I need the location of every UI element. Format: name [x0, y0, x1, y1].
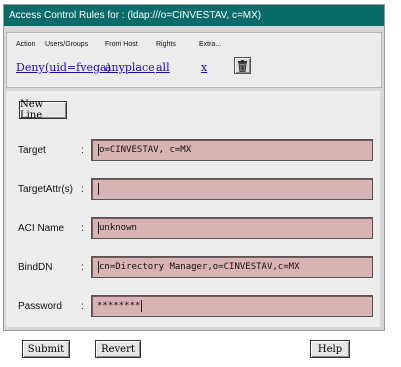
- rules-table: Action Users/Groups From Host Rights Ext…: [6, 32, 382, 88]
- targetattrs-field[interactable]: [91, 178, 373, 200]
- target-field[interactable]: o=CINVESTAV, c=MX: [91, 139, 373, 161]
- password-colon: :: [81, 301, 84, 312]
- targetattrs-label: TargetAttr(s): [18, 184, 74, 195]
- text-cursor: [141, 299, 143, 312]
- password-field[interactable]: ********: [91, 295, 373, 317]
- col-header-users: Users/Groups: [45, 41, 89, 48]
- rule-edit-form: New Line Target : o=CINVESTAV, c=MX Targ…: [6, 91, 380, 327]
- targetattrs-colon: :: [81, 184, 84, 195]
- delete-rule-button[interactable]: [234, 57, 251, 74]
- col-header-host: From Host: [105, 41, 138, 48]
- rule-extra-link[interactable]: x: [201, 61, 207, 74]
- new-line-button[interactable]: New Line: [19, 99, 67, 121]
- target-colon: :: [81, 145, 84, 156]
- aci-name-label: ACI Name: [18, 223, 65, 234]
- aci-editor-window: Access Control Rules for : (ldap:///o=CI…: [3, 4, 385, 331]
- col-header-extra: Extra...: [199, 41, 222, 48]
- rule-host-link[interactable]: anyplace: [105, 61, 155, 74]
- text-cursor: [98, 182, 99, 195]
- rule-action-link[interactable]: Deny: [16, 61, 45, 74]
- col-header-rights: Rights: [156, 41, 176, 48]
- help-button[interactable]: Help: [310, 340, 350, 358]
- target-label: Target: [18, 145, 46, 156]
- trash-can-icon: [238, 59, 247, 72]
- rule-users-link[interactable]: (uid=fvega): [45, 61, 111, 74]
- binddn-colon: :: [81, 262, 84, 273]
- rule-rights-link[interactable]: all: [156, 61, 170, 74]
- password-label: Password: [18, 301, 62, 312]
- submit-button[interactable]: Submit: [22, 340, 70, 358]
- binddn-field[interactable]: cn=Directory Manager,o=CINVESTAV,c=MX: [91, 256, 373, 278]
- window-title: Access Control Rules for : (ldap:///o=CI…: [4, 5, 384, 26]
- binddn-label: BindDN: [18, 262, 53, 273]
- aci-name-field[interactable]: unknown: [91, 217, 373, 239]
- col-header-action: Action: [16, 41, 36, 48]
- revert-button[interactable]: Revert: [95, 340, 141, 358]
- aci-name-colon: :: [81, 223, 84, 234]
